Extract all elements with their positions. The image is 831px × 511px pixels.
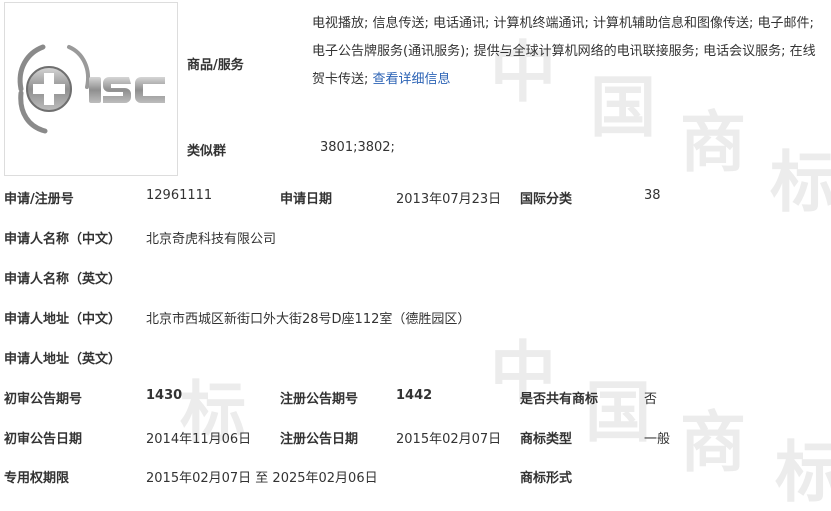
prelim-date-value: 2014年11月06日 (146, 432, 252, 447)
applicant-cn-value: 北京奇虎科技有限公司 (146, 232, 277, 247)
intl-class-label: 国际分类 (520, 192, 573, 207)
intl-class-value: 38 (644, 188, 661, 203)
shared-label: 是否共有商标 (520, 392, 599, 407)
exclusive-period-label: 专用权期限 (4, 471, 70, 486)
isc-globe-cross-logo (17, 44, 165, 134)
reg-pub-no-label: 注册公告期号 (280, 392, 359, 407)
reg-pub-date-value: 2015年02月07日 (396, 432, 502, 447)
watermark-char: 标 (775, 434, 831, 511)
address-cn-value: 北京市西城区新街口外大街28号D座112室（德胜园区） (146, 312, 471, 327)
reg-pub-date-label: 注册公告日期 (280, 432, 359, 447)
goods-services-value: 电视播放; 信息传送; 电话通讯; 计算机终端通讯; 计算机辅助信息和图像传送;… (312, 10, 826, 94)
app-date-value: 2013年07月23日 (396, 192, 502, 207)
applicant-cn-label: 申请人名称（中文） (4, 232, 122, 247)
view-details-link[interactable]: 查看详细信息 (373, 72, 451, 87)
tm-type-label: 商标类型 (520, 432, 573, 447)
applicant-en-label: 申请人名称（英文） (4, 272, 122, 287)
goods-services-label: 商品/服务 (187, 58, 244, 73)
tm-form-label: 商标形式 (520, 471, 573, 486)
prelim-no-label: 初审公告期号 (4, 392, 83, 407)
exclusive-period-value: 2015年02月07日 至 2025年02月06日 (146, 471, 378, 486)
reg-pub-no-value: 1442 (396, 388, 433, 403)
similar-group-value: 3801;3802; (320, 140, 395, 155)
watermark-char: 商 (680, 404, 746, 481)
address-en-label: 申请人地址（英文） (4, 352, 122, 367)
trademark-image (4, 2, 178, 176)
similar-group-label: 类似群 (187, 144, 227, 159)
prelim-date-label: 初审公告日期 (4, 432, 83, 447)
app-date-label: 申请日期 (280, 192, 333, 207)
tm-type-value: 一般 (644, 432, 671, 447)
prelim-no-value: 1430 (146, 388, 183, 403)
reg-no-label: 申请/注册号 (4, 192, 74, 207)
watermark-char: 标 (770, 144, 831, 221)
shared-value: 否 (644, 392, 658, 407)
watermark-char: 商 (680, 104, 746, 181)
reg-no-value: 12961111 (146, 188, 213, 203)
address-cn-label: 申请人地址（中文） (4, 312, 122, 327)
